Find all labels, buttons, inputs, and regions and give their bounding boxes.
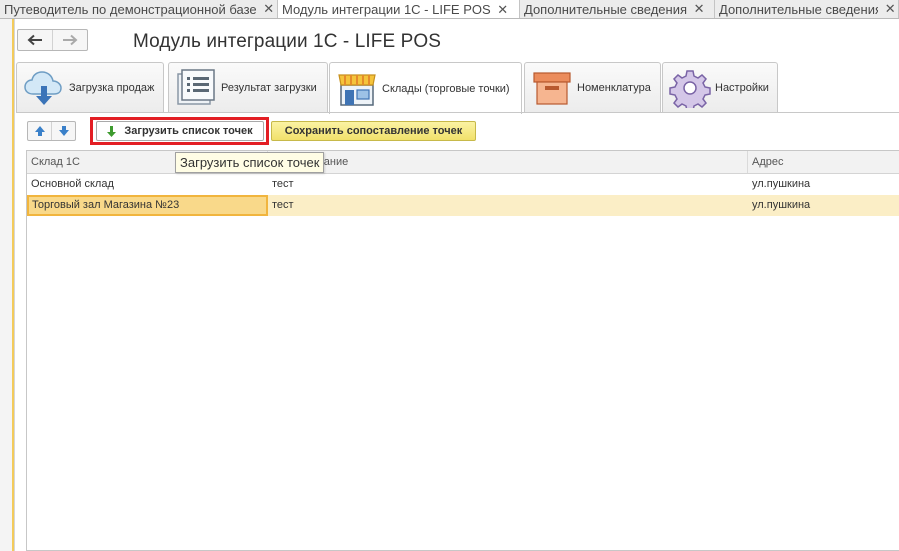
save-mapping-label: Сохранить сопоставление точек xyxy=(284,125,463,137)
window-tab-bar: Путеводитель по демонстрационной базе ✕ … xyxy=(0,0,899,19)
page-title: Модуль интеграции 1С - LIFE POS xyxy=(133,31,442,52)
table-header: Склад 1С Наименование Адрес xyxy=(27,151,899,174)
window-tab-guide[interactable]: Путеводитель по демонстрационной базе ✕ xyxy=(0,0,278,18)
table-row-selected[interactable]: Торговый зал Магазина №23 тест ул.пушкин… xyxy=(27,195,899,216)
list-icon xyxy=(173,67,219,109)
cell-address[interactable]: ул.пушкина xyxy=(748,174,899,195)
tab-label: Загрузка продаж xyxy=(69,81,155,94)
arrow-up-icon xyxy=(34,126,45,136)
tab-label: Результат загрузки xyxy=(221,81,317,94)
tab-warehouses[interactable]: Склады (торговые точки) xyxy=(329,62,522,114)
tab-label: Номенклатура xyxy=(577,81,651,94)
table-row[interactable]: Основной склад тест ул.пушкина xyxy=(27,174,899,195)
column-header-name[interactable]: Наименование xyxy=(268,151,748,173)
box-icon xyxy=(529,67,575,109)
cell-warehouse[interactable]: Торговый зал Магазина №23 xyxy=(27,195,268,216)
close-icon[interactable]: ✕ xyxy=(882,1,898,17)
tab-upload-result[interactable]: Результат загрузки xyxy=(168,62,328,112)
arrow-left-icon xyxy=(27,34,42,46)
cell-address[interactable]: ул.пушкина xyxy=(748,195,899,216)
save-mapping-button[interactable]: Сохранить сопоставление точек xyxy=(271,121,476,141)
window-tab-integration-module[interactable]: Модуль интеграции 1С - LIFE POS ✕ xyxy=(278,0,520,18)
window-tab-label: Дополнительные сведения xyxy=(719,1,879,17)
column-header-address[interactable]: Адрес xyxy=(748,151,899,173)
points-table: Склад 1С Наименование Адрес Основной скл… xyxy=(26,150,899,551)
close-icon[interactable]: ✕ xyxy=(261,1,277,17)
close-icon[interactable]: ✕ xyxy=(691,1,707,17)
window-tab-label: Модуль интеграции 1С - LIFE POS xyxy=(282,2,491,17)
tab-label: Настройки xyxy=(715,81,769,94)
move-down-button[interactable] xyxy=(51,122,75,140)
move-up-button[interactable] xyxy=(28,122,51,140)
gear-icon xyxy=(667,67,713,109)
arrow-right-icon xyxy=(63,34,78,46)
tab-settings[interactable]: Настройки xyxy=(662,62,778,112)
active-window-accent xyxy=(12,19,14,551)
tab-bar-divider xyxy=(16,112,899,113)
cell-name[interactable]: тест xyxy=(268,174,748,195)
tab-label: Склады (торговые точки) xyxy=(382,82,510,95)
cloud-download-icon xyxy=(21,67,67,109)
tooltip: Загрузить список точек xyxy=(175,152,325,173)
window-tab-label: Путеводитель по демонстрационной базе xyxy=(4,1,257,17)
window-tab-additional-info[interactable]: Дополнительные сведения ✕ xyxy=(520,0,715,18)
left-panel-frame xyxy=(0,19,15,551)
back-button[interactable] xyxy=(18,30,52,50)
form-tab-bar: Загрузка продаж Результат загрузки Склад… xyxy=(16,62,899,114)
tab-sales-upload[interactable]: Загрузка продаж xyxy=(16,62,164,112)
forward-button[interactable] xyxy=(52,30,87,50)
cell-name[interactable]: тест xyxy=(268,195,748,216)
tab-nomenclature[interactable]: Номенклатура xyxy=(524,62,661,112)
store-icon xyxy=(334,68,380,110)
close-icon[interactable]: ✕ xyxy=(495,2,511,18)
highlight-frame xyxy=(90,117,269,145)
row-move-buttons xyxy=(27,121,76,141)
window-tab-additional-info-2[interactable]: Дополнительные сведения ✕ xyxy=(715,0,899,18)
arrow-down-icon xyxy=(58,126,69,136)
cell-warehouse[interactable]: Основной склад xyxy=(27,174,268,195)
history-navigation xyxy=(17,29,88,51)
window-tab-label: Дополнительные сведения xyxy=(524,1,688,17)
